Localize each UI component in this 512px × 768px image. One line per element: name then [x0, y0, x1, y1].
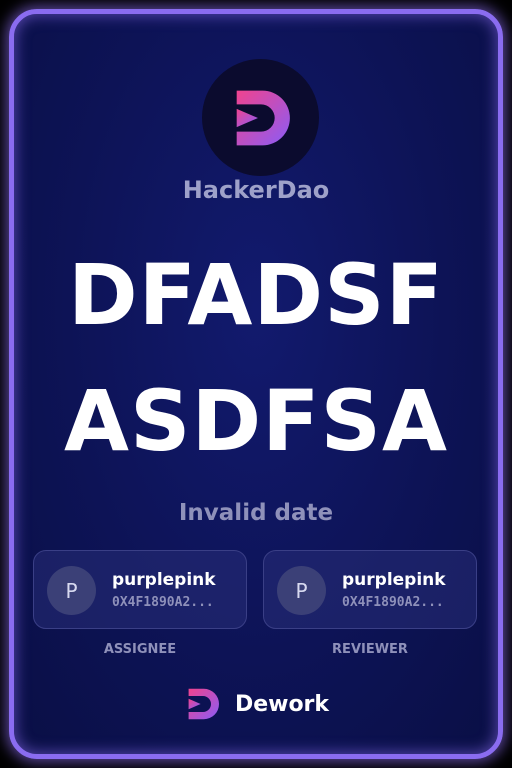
footer-brand-name: Dework [234, 691, 330, 717]
hackerdao-logo-icon [236, 90, 290, 145]
assignee-card: P purplepink 0X4F1890A2... [33, 550, 247, 629]
assignee-address: 0X4F1890A2... [112, 595, 214, 610]
avatar: P [277, 566, 326, 615]
reviewer-card: P purplepink 0X4F1890A2... [263, 550, 477, 629]
reviewer-name: purplepink [342, 570, 446, 590]
footer-brand: Dework [14, 684, 498, 724]
task-title: DFADSF ASDFSA [14, 232, 498, 484]
task-card: HackerDao DFADSF ASDFSA Invalid date P p… [9, 9, 503, 759]
task-title-line: ASDFSA [63, 372, 449, 470]
task-title-line: DFADSF [67, 246, 445, 344]
assignee-name: purplepink [112, 570, 216, 590]
avatar: P [47, 566, 96, 615]
reviewer-address: 0X4F1890A2... [342, 595, 444, 610]
dework-logo-icon [188, 688, 219, 720]
assignee-label: ASSIGNEE [103, 642, 177, 657]
organization-name: HackerDao [182, 176, 330, 204]
reviewer-label: REVIEWER [332, 642, 408, 657]
task-date: Invalid date [178, 500, 334, 526]
organization-logo [202, 59, 319, 176]
